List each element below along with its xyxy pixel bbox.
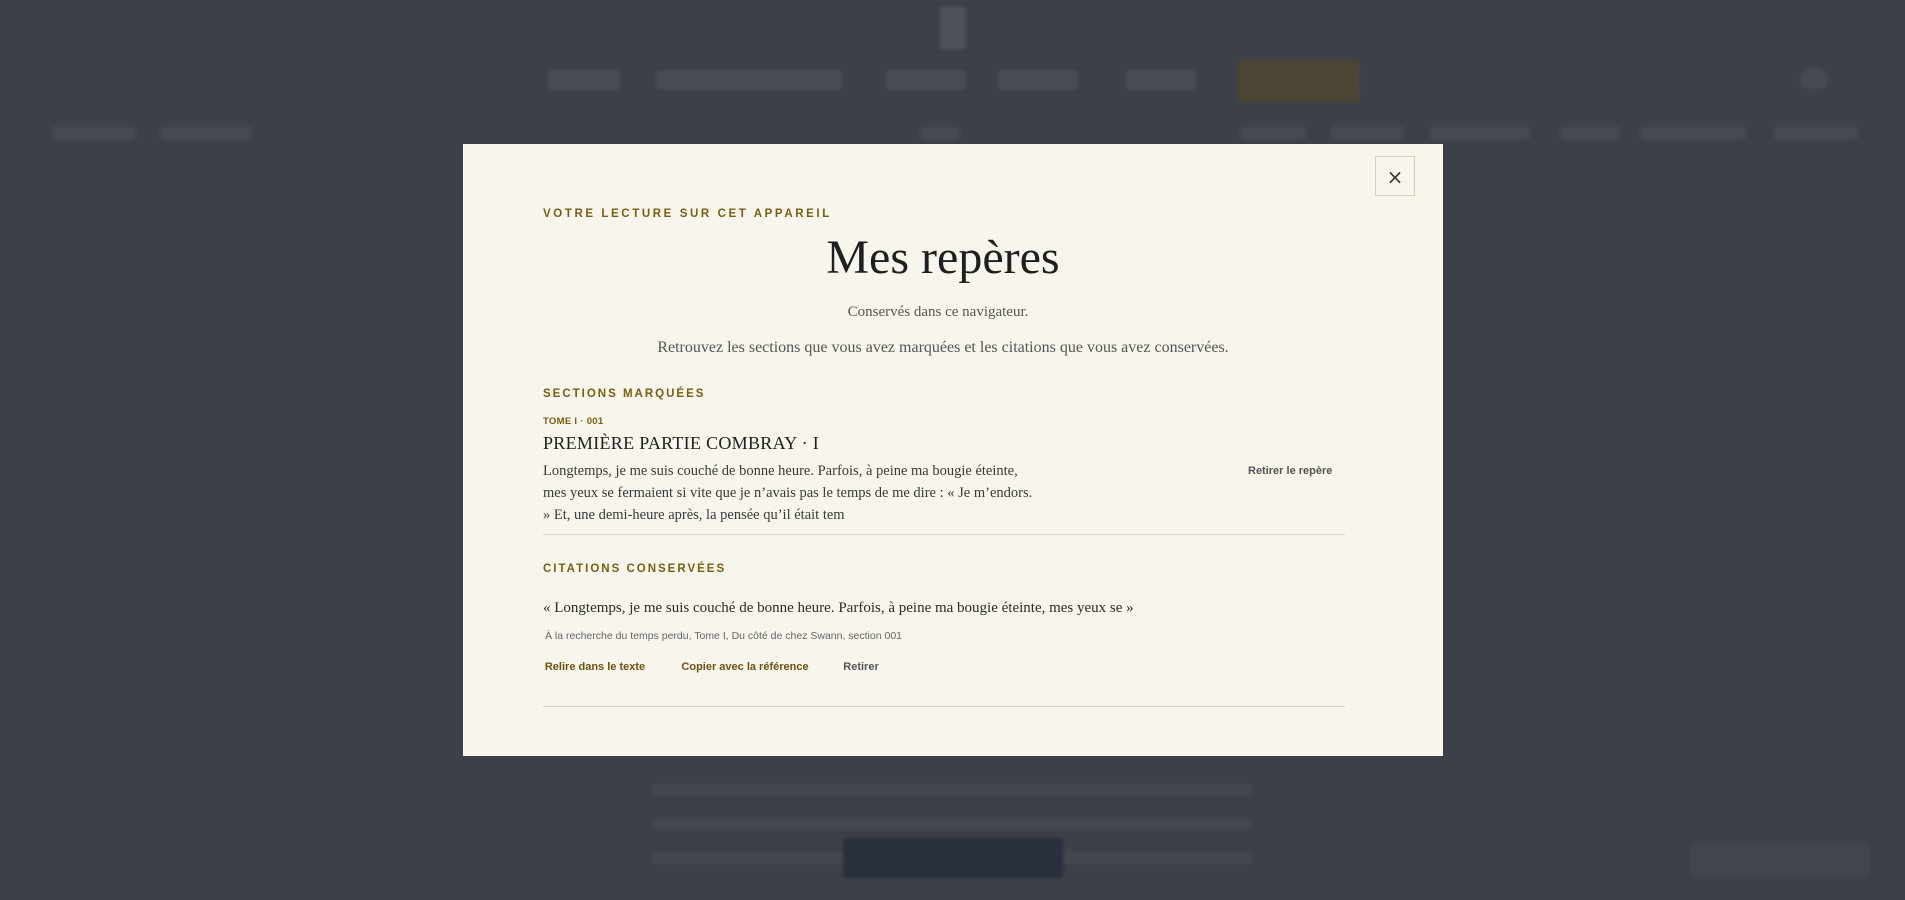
quote-reference: À la recherche du temps perdu, Tome I, D… xyxy=(545,630,903,642)
toolbar-item xyxy=(160,126,252,140)
nav-item xyxy=(548,70,620,90)
modal-eyebrow: VOTRE LECTURE SUR CET APPAREIL xyxy=(543,208,832,220)
toolbar-item xyxy=(1640,126,1746,140)
nav-item xyxy=(656,70,842,90)
toolbar-item xyxy=(920,126,960,140)
section-divider xyxy=(543,706,1345,707)
copy-reference-button[interactable]: Copier avec la référence xyxy=(669,652,821,682)
quotes-section-label: CITATIONS CONSERVÉES xyxy=(543,563,727,575)
remove-quote-button[interactable]: Retirer xyxy=(833,652,889,682)
nav-cta-button xyxy=(1238,60,1360,102)
close-button[interactable]: × xyxy=(1375,156,1415,196)
bookmarks-section-label: SECTIONS MARQUÉES xyxy=(543,388,706,400)
bookmark-title: PREMIÈRE PARTIE COMBRAY · I xyxy=(543,433,820,453)
modal-subtitle: Conservés dans ce navigateur. xyxy=(847,304,1029,320)
bookmark-kicker: TOME I · 001 xyxy=(543,416,604,427)
site-logo xyxy=(940,6,966,50)
text-line xyxy=(652,784,1252,796)
modal-intro: Retrouvez les sections que vous avez mar… xyxy=(657,339,1229,356)
bookmark-excerpt: Longtemps, je me suis couché de bonne he… xyxy=(543,463,1033,523)
bookmark-item[interactable]: TOME I · 001 PREMIÈRE PARTIE COMBRAY · I… xyxy=(543,416,1043,526)
quote-text: « Longtemps, je me suis couché de bonne … xyxy=(543,600,1134,616)
reread-button[interactable]: Relire dans le texte xyxy=(533,652,657,682)
toolbar-item xyxy=(1430,126,1530,140)
remove-bookmark-button[interactable]: Retirer le repère xyxy=(1237,456,1359,486)
modal-title: Mes repères xyxy=(826,231,1060,284)
text-line xyxy=(652,818,1252,830)
account-icon xyxy=(1800,68,1828,90)
bookmarks-modal: × VOTRE LECTURE SUR CET APPAREIL Mes rep… xyxy=(463,144,1443,756)
toolbar-item xyxy=(1330,126,1404,140)
nav-item xyxy=(998,70,1078,90)
toolbar-item xyxy=(1774,126,1858,140)
background-dark-button xyxy=(843,838,1063,878)
toolbar-item xyxy=(1560,126,1620,140)
floating-controls xyxy=(1690,842,1870,876)
section-divider xyxy=(543,534,1345,535)
toolbar-item xyxy=(52,126,136,140)
nav-item xyxy=(1126,70,1196,90)
toolbar-item xyxy=(1240,126,1306,140)
nav-item xyxy=(886,70,966,90)
